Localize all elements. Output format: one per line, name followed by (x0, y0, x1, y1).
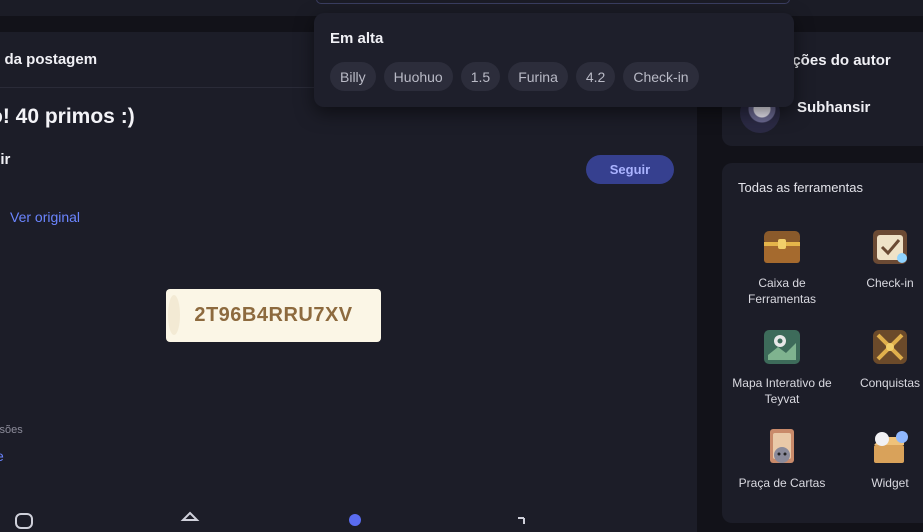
checkin-calendar-icon (873, 230, 907, 264)
trending-chip[interactable]: Billy (330, 62, 376, 91)
author-card-name[interactable]: Subhansir (797, 99, 870, 116)
post-title: o! 40 primos :) (0, 105, 135, 128)
post-author-name[interactable]: sir (0, 151, 10, 168)
tool-label: Conquistas (859, 376, 921, 390)
tool-label: Check-in (866, 276, 914, 290)
trending-title: Em alta (330, 30, 384, 47)
redeem-code-text: 2T96B4RRU7XV (194, 304, 353, 326)
map-pin-icon (764, 330, 800, 364)
view-original-link[interactable]: Ver original (10, 209, 80, 225)
views-label: ssões (0, 424, 23, 436)
follow-button[interactable]: Seguir (586, 155, 674, 184)
post-card-header-title: s da postagem (0, 51, 98, 68)
collect-icon[interactable] (180, 510, 200, 530)
trending-dropdown: Em alta Billy Huohuo 1.5 Furina 4.2 Chec… (314, 13, 794, 107)
tool-interactive-map[interactable]: Mapa Interativo de Teyvat (730, 325, 834, 407)
all-tools-card: Todas as ferramentas Caixa de Ferramenta… (722, 163, 923, 523)
tool-label: Widget (871, 476, 909, 490)
card-cat-icon (770, 429, 794, 463)
tool-label: Mapa Interativo de Teyvat (732, 376, 832, 406)
text-link[interactable]: e (0, 448, 4, 464)
code-decoration (168, 295, 180, 335)
like-icon[interactable] (345, 510, 365, 530)
trending-chip[interactable]: Huohuo (383, 62, 453, 91)
tool-achievements[interactable]: Conquistas (838, 325, 923, 391)
treasure-chest-icon (764, 231, 800, 263)
search-input[interactable] (316, 0, 790, 4)
tool-card-square[interactable]: Praça de Cartas (730, 425, 834, 491)
post-card: s da postagem o! 40 primos :) sir Seguir… (0, 32, 697, 532)
achievements-swords-icon (873, 330, 907, 364)
tool-label: Praça de Cartas (738, 476, 826, 490)
author-card-title: ações do autor (784, 52, 891, 69)
trending-chip[interactable]: Check-in (623, 62, 699, 91)
tool-toolbox[interactable]: Caixa de Ferramentas (730, 225, 834, 307)
tools-title: Todas as ferramentas (738, 180, 864, 195)
tool-label: Caixa de Ferramentas (747, 276, 817, 306)
trending-chip[interactable]: 1.5 (460, 62, 501, 91)
share-icon[interactable] (514, 510, 534, 530)
trending-chips: Billy Huohuo 1.5 Furina 4.2 Check-in (330, 62, 699, 91)
tool-checkin[interactable]: Check-in (838, 225, 923, 291)
comment-icon[interactable] (14, 510, 34, 530)
tool-widget[interactable]: Widget (838, 425, 923, 491)
trending-chip[interactable]: Furina (508, 62, 568, 91)
redeem-code-box[interactable]: 2T96B4RRU7XV (166, 289, 381, 342)
trending-chip[interactable]: 4.2 (575, 62, 616, 91)
widget-box-icon (874, 431, 908, 463)
